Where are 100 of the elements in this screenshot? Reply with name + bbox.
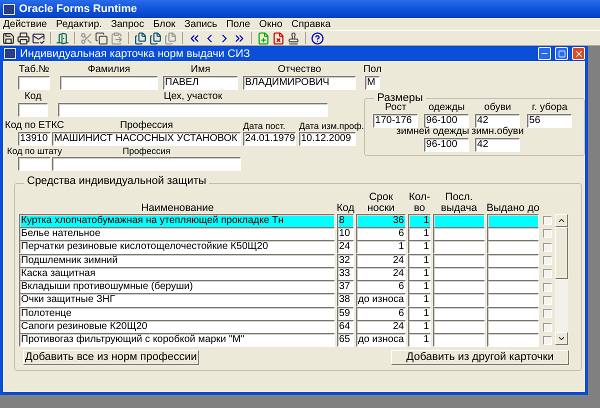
input-field[interactable]: 10.12.2009 [299, 132, 356, 146]
table-cell[interactable]: 24 [356, 266, 406, 281]
table-cell[interactable]: 33 [337, 266, 354, 281]
table-cell[interactable]: 6 [356, 306, 406, 321]
table-cell[interactable] [433, 214, 485, 228]
input-field[interactable]: М [365, 76, 380, 90]
input-field[interactable] [58, 103, 328, 117]
input-field[interactable] [18, 76, 50, 90]
input-field[interactable] [52, 157, 241, 171]
table-cell[interactable]: 6 [356, 280, 406, 294]
table-cell[interactable] [433, 293, 485, 308]
input-field[interactable]: ВЛАДИМИРОВИЧ [243, 76, 356, 90]
table-cell[interactable]: Подшлемник зимний [19, 254, 335, 268]
add-button[interactable]: Добавить из другой карточки [391, 350, 569, 365]
input-field[interactable]: 13910 [18, 132, 51, 146]
table-cell[interactable] [487, 306, 539, 321]
table-cell[interactable]: 1 [408, 333, 431, 348]
table-cell[interactable]: 38 [337, 293, 354, 308]
table-cell[interactable]: Белье нательное [19, 226, 335, 241]
table-cell[interactable]: Куртка хлопчатобумажная на утепляющей прокладке Тн [19, 214, 335, 228]
table-cell[interactable]: 1 [408, 306, 431, 321]
table-cell[interactable]: 1 [408, 280, 431, 294]
table-cell[interactable] [487, 293, 539, 308]
table-cell[interactable] [487, 280, 539, 294]
table-cell[interactable]: 1 [408, 266, 431, 281]
table-cell[interactable] [433, 240, 485, 254]
checkbox[interactable] [543, 336, 552, 345]
menu-item[interactable]: Блок [153, 18, 176, 30]
menu-item[interactable]: Действие [3, 18, 47, 30]
table-cell[interactable] [487, 214, 539, 228]
table-cell[interactable]: Очки защитные ЗНГ [19, 293, 335, 308]
menu-item[interactable]: Редактир. [56, 18, 102, 30]
table-cell[interactable] [433, 226, 485, 241]
input-field[interactable]: ПАВЕЛ [163, 76, 238, 90]
menu-item[interactable]: Запись [184, 18, 218, 30]
table-cell[interactable]: 1 [408, 226, 431, 241]
input-field[interactable]: 56 [527, 114, 572, 128]
input-field[interactable]: 42 [475, 114, 520, 128]
input-field[interactable] [18, 103, 48, 117]
mail-icon[interactable] [32, 32, 45, 44]
add-document-icon[interactable] [257, 32, 270, 44]
checkbox[interactable] [543, 216, 552, 226]
checkbox[interactable] [543, 242, 552, 252]
printer-icon[interactable] [17, 32, 30, 44]
input-field[interactable]: 42 [475, 138, 520, 152]
table-cell[interactable] [433, 266, 485, 281]
minimize-button[interactable] [538, 47, 551, 60]
close-button[interactable] [572, 47, 585, 60]
table-cell[interactable]: 24 [356, 254, 406, 268]
checkbox[interactable] [543, 296, 552, 305]
table-cell[interactable]: 1 [408, 254, 431, 268]
checkbox[interactable] [543, 322, 552, 332]
table-cell[interactable] [487, 333, 539, 348]
delete-document-icon[interactable] [272, 32, 285, 44]
table-cell[interactable] [487, 254, 539, 268]
table-cell[interactable]: Вкладыши противошумные (беруши) [19, 280, 335, 294]
table-cell[interactable]: 32 [337, 254, 354, 268]
table-cell[interactable]: Противогаз фильтрующий с коробкой марки "М" [19, 333, 335, 348]
table-cell[interactable]: Сапоги резиновые К20Щ20 [19, 320, 335, 334]
menu-item[interactable]: Справка [291, 18, 331, 30]
table-cell[interactable] [487, 320, 539, 334]
input-field[interactable]: 24.01.1979 [243, 132, 296, 146]
table-cell[interactable]: 1 [408, 214, 431, 228]
scrollbar[interactable] [555, 214, 568, 345]
table-cell[interactable] [433, 333, 485, 348]
help-icon[interactable] [311, 32, 324, 44]
table-cell[interactable] [433, 306, 485, 321]
documents-icon[interactable] [134, 32, 147, 44]
table-cell[interactable]: 64 [337, 320, 354, 334]
table-cell[interactable]: до износа [356, 293, 406, 308]
table-cell[interactable] [433, 280, 485, 294]
table-cell[interactable]: 24 [337, 240, 354, 254]
table-cell[interactable]: Каска защитная [19, 266, 335, 281]
table-cell[interactable]: 65 [337, 333, 354, 348]
table-cell[interactable]: 1 [408, 320, 431, 334]
add-button[interactable]: Добавить все из норм профессии [23, 350, 199, 365]
input-field[interactable]: 96-100 [424, 138, 470, 152]
maximize-button[interactable] [555, 47, 568, 60]
checkbox[interactable] [543, 282, 552, 292]
table-cell[interactable]: 36 [356, 214, 406, 228]
input-field[interactable] [60, 76, 158, 90]
table-cell[interactable]: 1 [408, 240, 431, 254]
table-cell[interactable]: 1 [408, 293, 431, 308]
table-cell[interactable]: 10 [337, 226, 354, 241]
checkbox[interactable] [543, 256, 552, 266]
menu-item[interactable]: Окно [259, 18, 282, 30]
checkbox[interactable] [543, 309, 552, 318]
table-cell[interactable]: 37 [337, 280, 354, 294]
input-field[interactable]: 96-100 [424, 114, 470, 128]
input-field[interactable]: МАШИНИСТ НАСОСНЫХ УСТАНОВОК [52, 132, 241, 146]
input-field[interactable]: 170-176 [373, 114, 418, 128]
table-cell[interactable] [433, 320, 485, 334]
table-cell[interactable]: 24 [356, 320, 406, 334]
table-cell[interactable]: 59 [337, 306, 354, 321]
input-field[interactable] [18, 157, 51, 171]
menu-item[interactable]: Запрос [110, 18, 144, 30]
documents-icon[interactable] [149, 32, 162, 44]
copy-icon[interactable] [95, 32, 108, 44]
table-cell[interactable] [487, 240, 539, 254]
table-cell[interactable]: 8 [337, 214, 354, 228]
